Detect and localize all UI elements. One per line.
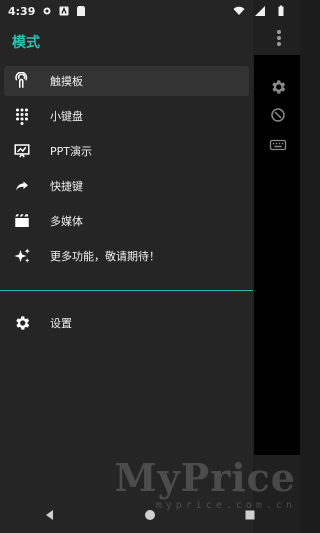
- menu-item-shortcut[interactable]: 快捷键: [4, 171, 249, 201]
- menu-item-label: 小键盘: [50, 110, 83, 123]
- gear-icon: [12, 313, 32, 333]
- keyboard-icon[interactable]: [268, 135, 288, 155]
- menu-item-media[interactable]: 多媒体: [4, 206, 249, 236]
- drawer-divider: [0, 290, 253, 291]
- overflow-menu-icon[interactable]: [276, 30, 282, 46]
- keypad-icon: [12, 106, 32, 126]
- watermark: MyPrice myprice.com.cn: [115, 455, 297, 511]
- drawer-title: 模式: [12, 35, 40, 51]
- menu-item-label: PPT演示: [50, 145, 92, 158]
- menu-item-label: 更多功能，敬请期待！: [50, 250, 160, 263]
- menu-item-label: 快捷键: [50, 180, 83, 193]
- battery-icon: [275, 5, 287, 17]
- menu-item-ppt[interactable]: PPT演示: [4, 136, 249, 166]
- menu-item-more[interactable]: 更多功能，敬请期待！: [4, 241, 249, 271]
- settings-section: 设置: [0, 308, 253, 343]
- presentation-icon: [12, 141, 32, 161]
- shortcut-icon: [12, 176, 32, 196]
- right-toolbar-rail: [254, 55, 300, 455]
- menu-item-label: 触摸板: [50, 75, 83, 88]
- navigation-drawer: 模式 触摸板 小键盘 PPT演示 快捷键 多媒体 更多功能，敬请期待！ 设置: [0, 0, 253, 533]
- rotate-icon[interactable]: [268, 105, 288, 125]
- mode-menu: 触摸板 小键盘 PPT演示 快捷键 多媒体 更多功能，敬请期待！: [0, 66, 253, 276]
- menu-item-settings[interactable]: 设置: [4, 308, 249, 338]
- menu-item-touchpad[interactable]: 触摸板: [4, 66, 249, 96]
- media-icon: [12, 211, 32, 231]
- settings-label: 设置: [50, 317, 72, 330]
- notification-a-icon: [58, 5, 70, 17]
- watermark-logo: MyPrice: [114, 455, 296, 500]
- menu-item-label: 多媒体: [50, 215, 83, 228]
- watermark-url: myprice.com.cn: [155, 500, 296, 511]
- back-icon[interactable]: [43, 508, 57, 522]
- wifi-icon: [233, 5, 245, 17]
- signal-icon: [254, 5, 266, 17]
- gear-icon[interactable]: [268, 77, 288, 97]
- status-time: 4:39: [8, 4, 36, 18]
- sparkle-icon: [12, 246, 32, 266]
- menu-item-keypad[interactable]: 小键盘: [4, 101, 249, 131]
- status-bar: 4:39: [0, 0, 300, 22]
- sd-card-icon: [75, 5, 87, 17]
- touchpad-icon: [12, 71, 32, 91]
- settings-status-icon: [41, 5, 53, 17]
